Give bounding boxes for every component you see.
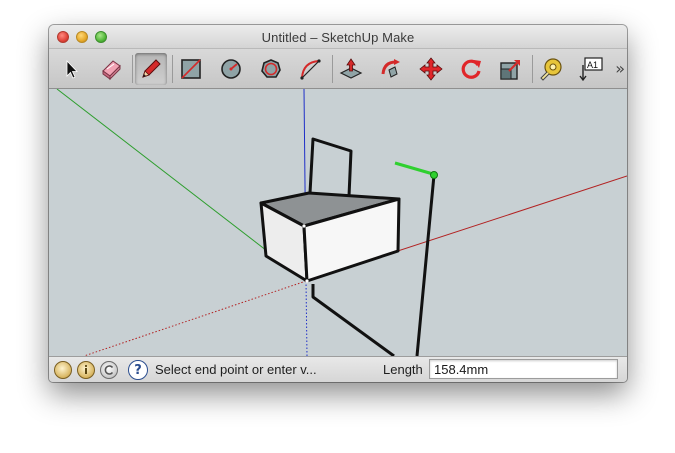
toolbar-separator: [532, 55, 533, 83]
rectangle-tool-button[interactable]: [175, 53, 207, 85]
drawing-canvas[interactable]: [49, 89, 627, 356]
rectangle-icon: [181, 59, 201, 79]
svg-text:A1: A1: [587, 60, 598, 70]
tape-measure-icon: [540, 58, 562, 81]
move-icon: [419, 57, 443, 81]
circle-tool-button[interactable]: [215, 53, 247, 85]
tall-edge: [415, 174, 436, 356]
help-icon[interactable]: ?: [128, 360, 148, 380]
scale-tool-button[interactable]: [495, 53, 527, 85]
circle-icon: [221, 59, 241, 79]
eraser-tool-button[interactable]: [95, 53, 127, 85]
follow-me-icon: [381, 59, 400, 78]
geo-location-icon[interactable]: [54, 361, 72, 379]
blue-axis-negative: [305, 280, 308, 356]
toolbar-overflow-button[interactable]: »: [615, 59, 625, 78]
line-tool-button[interactable]: [135, 53, 167, 85]
toolbar-separator: [332, 55, 333, 83]
move-tool-button[interactable]: [415, 53, 447, 85]
push-pull-icon: [339, 58, 363, 79]
status-bar: ? Select end point or enter v... Length: [49, 356, 627, 382]
rotate-tool-button[interactable]: [455, 53, 487, 85]
arrow-cursor-icon: [66, 60, 78, 79]
credits-icon[interactable]: [77, 361, 95, 379]
toolbar-separator: [132, 55, 133, 83]
pencil-icon: [142, 59, 161, 78]
status-prompt: Select end point or enter v...: [155, 362, 317, 377]
tape-measure-tool-button[interactable]: [535, 53, 567, 85]
title-bar[interactable]: Untitled – SketchUp Make: [49, 25, 627, 49]
eraser-icon: [102, 60, 121, 81]
window-title: Untitled – SketchUp Make: [261, 30, 415, 45]
polygon-tool-button[interactable]: [255, 53, 287, 85]
select-tool-button[interactable]: [55, 53, 87, 85]
model-viewport[interactable]: [49, 89, 627, 356]
rotate-icon: [461, 59, 481, 79]
active-line-segment: [394, 161, 434, 176]
text-icon: A1: [579, 57, 603, 82]
vertical-handle: [308, 137, 353, 197]
arc-icon: [300, 59, 321, 80]
sketchup-window: Untitled – SketchUp Make A1 » ? Select e…: [49, 25, 627, 382]
follow-me-tool-button[interactable]: [375, 53, 407, 85]
red-axis-negative: [83, 280, 307, 356]
arc-tool-button[interactable]: [295, 53, 327, 85]
text-tool-button[interactable]: A1: [575, 53, 607, 85]
main-toolbar: A1 »: [49, 49, 627, 89]
toolbar-separator: [172, 55, 173, 83]
endpoint-marker: [430, 171, 438, 179]
info-glyph: [84, 364, 88, 374]
polygon-icon: [261, 59, 281, 78]
measurements-label: Length: [383, 362, 423, 377]
lower-edges: [311, 284, 395, 356]
push-pull-tool-button[interactable]: [335, 53, 367, 85]
scale-icon: [500, 60, 520, 80]
user-glyph: [104, 365, 114, 375]
measurements-input[interactable]: [429, 359, 618, 379]
user-account-icon[interactable]: [100, 361, 118, 379]
